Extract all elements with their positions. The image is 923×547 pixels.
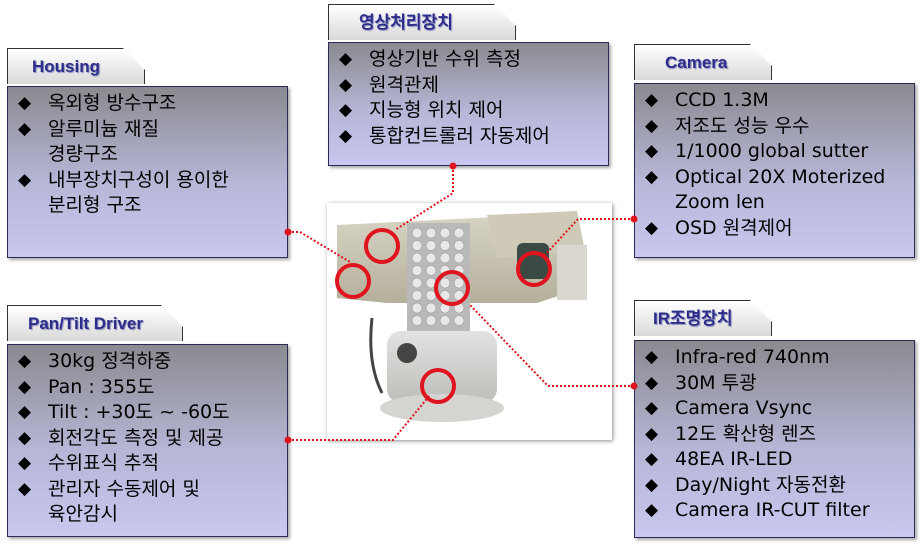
highlight-circle-pan-tilt bbox=[420, 368, 456, 404]
ir-callout-line bbox=[469, 304, 634, 387]
highlight-circle-housing-top bbox=[364, 228, 400, 264]
highlight-circle-lens bbox=[516, 251, 552, 287]
image-processor-callout-dot bbox=[449, 162, 457, 170]
housing-callout-dot bbox=[284, 228, 292, 236]
housing-callout-line bbox=[288, 231, 351, 263]
highlight-circle-housing-side bbox=[335, 263, 371, 299]
camera-callout-line bbox=[544, 218, 634, 256]
ir-callout-dot bbox=[630, 382, 638, 390]
image-processor-callout-line bbox=[394, 166, 454, 231]
camera-callout-dot bbox=[630, 215, 638, 223]
highlight-circle-ir bbox=[434, 270, 470, 306]
pan-tilt-callout-line bbox=[288, 394, 431, 441]
pan-tilt-callout-dot bbox=[284, 436, 292, 444]
callout-overlay bbox=[284, 162, 638, 444]
